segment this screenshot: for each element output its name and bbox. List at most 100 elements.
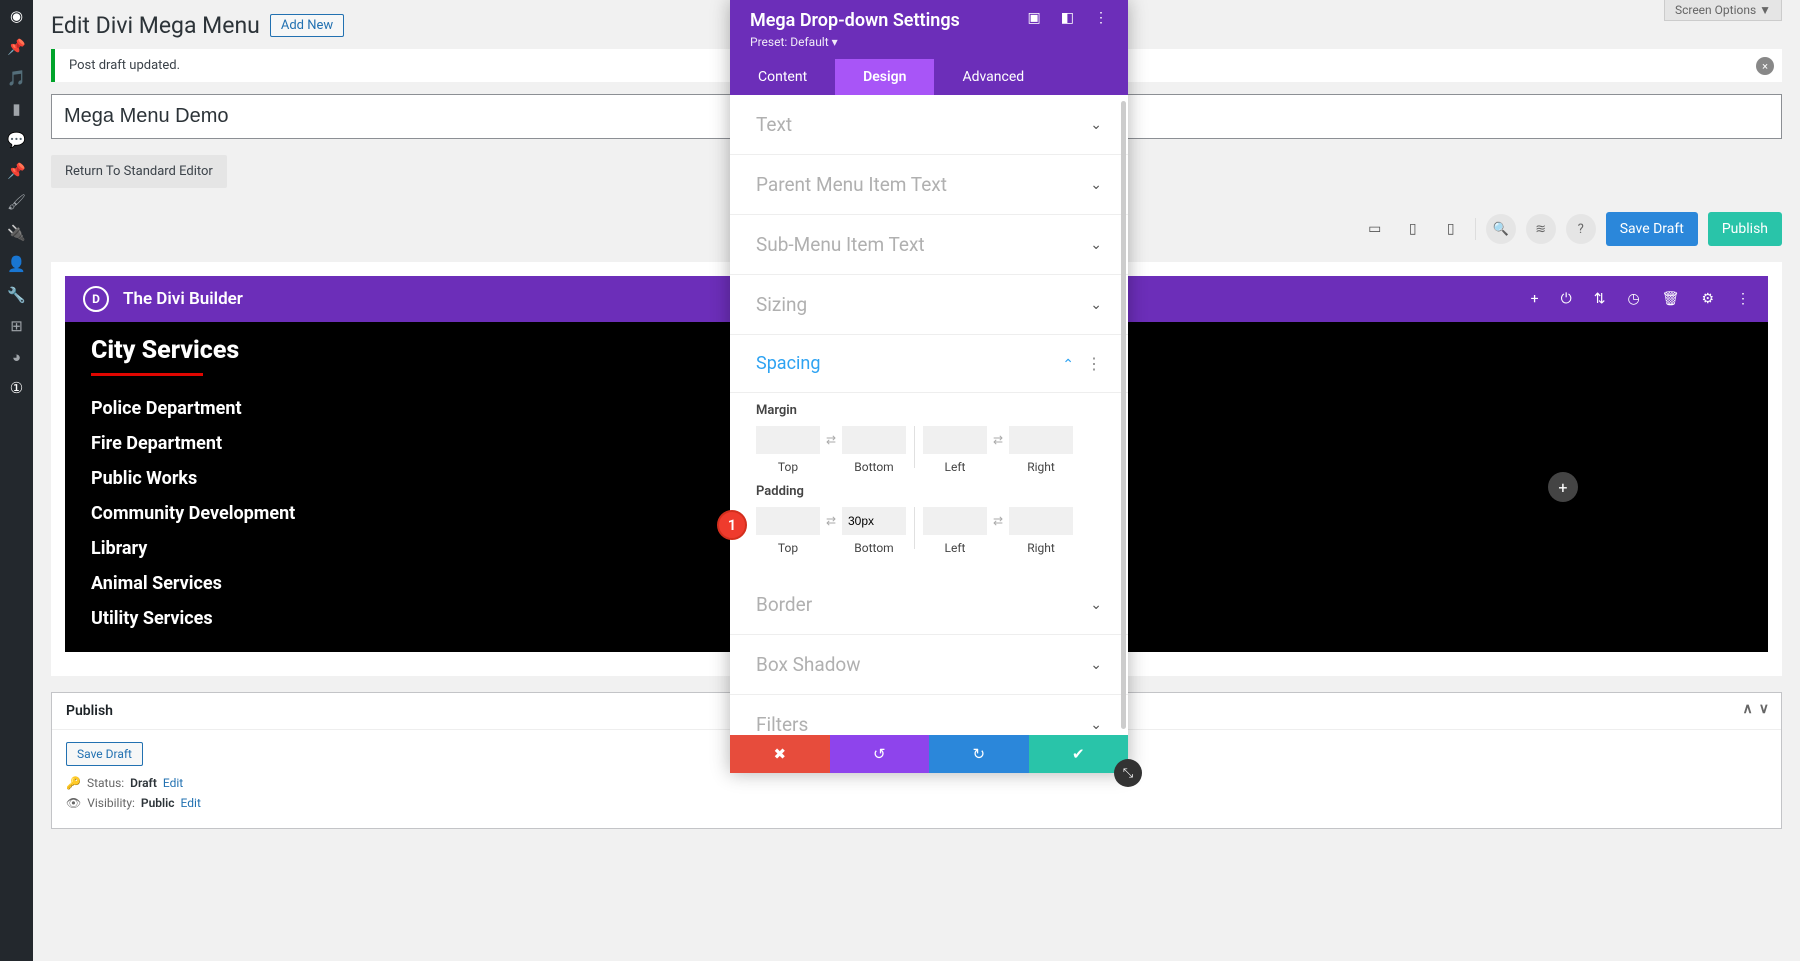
help-icon[interactable]: ? [1566,214,1596,244]
tools-icon[interactable]: 🔧 [0,279,33,310]
menu-item[interactable]: Public Works [91,468,839,489]
divi-icon[interactable]: ◕ [0,341,33,372]
padding-top-input[interactable] [756,507,820,535]
settings-icon[interactable]: ⊞ [0,310,33,341]
screen-options-toggle[interactable]: Screen Options ▼ [1664,0,1782,21]
padding-label: Padding [756,484,1102,499]
settings-body[interactable]: Text ⌄ Parent Menu Item Text ⌄ Sub-Menu … [730,95,1128,735]
confirm-button[interactable]: ✔ [1029,735,1129,773]
link-icon[interactable]: ⇄ [820,514,842,528]
media-icon[interactable]: 🎵 [0,62,33,93]
bottom-label: Bottom [842,541,906,555]
scrollbar[interactable] [1121,101,1126,729]
collapse-down-icon[interactable]: ∨ [1759,701,1769,717]
comments-icon[interactable]: 💬 [0,124,33,155]
padding-bottom-input[interactable] [842,507,906,535]
padding-right-input[interactable] [1009,507,1073,535]
toolbar-divider [1475,218,1476,240]
top-label: Top [756,460,820,474]
section-filters[interactable]: Filters ⌄ [730,695,1128,735]
delete-icon[interactable]: 🗑 [1662,291,1680,307]
dashboard-icon[interactable]: ◉ [0,0,33,31]
edit-status-link[interactable]: Edit [163,776,183,790]
link-icon[interactable]: ⇄ [987,433,1009,447]
notice-dismiss-icon[interactable]: × [1756,57,1774,75]
power-icon[interactable]: ⏻ [1561,291,1572,307]
menu-item[interactable]: Utility Services [91,608,839,629]
mobile-view-icon[interactable]: ▯ [1437,215,1465,243]
redo-button[interactable]: ↻ [929,735,1029,773]
section-text[interactable]: Text ⌄ [730,95,1128,155]
preset-label[interactable]: Preset: Default ▾ [750,35,960,49]
section-border[interactable]: Border ⌄ [730,575,1128,635]
menu-item[interactable]: Library [91,538,839,559]
chevron-up-icon: ⌃ [1062,357,1074,373]
history-icon[interactable]: ◷ [1627,291,1639,307]
undo-button[interactable]: ↺ [830,735,930,773]
cancel-button[interactable]: ✖ [730,735,830,773]
menu-item[interactable]: Fire Department [91,433,839,454]
settings-footer: ✖ ↺ ↻ ✔ [730,735,1128,773]
margin-bottom-input[interactable] [842,426,906,454]
save-draft-button[interactable]: Save Draft [1606,212,1698,246]
return-standard-editor-button[interactable]: Return To Standard Editor [51,155,227,188]
edit-visibility-link[interactable]: Edit [181,796,201,810]
menu-item[interactable]: Police Department [91,398,839,419]
status-label: Status: [87,776,124,790]
tab-advanced[interactable]: Advanced [934,59,1052,95]
wp-admin-sidebar[interactable]: ◉ 📌 🎵 ▮ 💬 📌 🖌 🔌 👤 🔧 ⊞ ◕ ① [0,0,33,961]
swap-icon[interactable]: ⇅ [1594,291,1606,307]
section-spacing[interactable]: Spacing ⌃ ⋮ [730,335,1128,393]
appearance-icon[interactable]: 🖌 [0,186,33,217]
add-new-button[interactable]: Add New [270,14,344,37]
section-parent-text[interactable]: Parent Menu Item Text ⌄ [730,155,1128,215]
chevron-down-icon: ⌄ [1090,177,1102,193]
resize-handle-icon[interactable]: ⤡ [1114,759,1142,787]
right-label: Right [1009,460,1073,474]
margin-top-input[interactable] [756,426,820,454]
margin-right-input[interactable] [1009,426,1073,454]
pin-icon[interactable]: 📌 [0,31,33,62]
notice-text: Post draft updated. [69,58,180,73]
pages-icon[interactable]: ▮ [0,93,33,124]
zoom-icon[interactable]: 🔍 [1486,214,1516,244]
link-icon[interactable]: ⇄ [820,433,842,447]
divi-d-icon[interactable]: ① [0,372,33,403]
publish-button[interactable]: Publish [1708,212,1782,246]
gear-icon[interactable]: ⚙ [1701,291,1714,307]
builder-title: The Divi Builder [123,289,243,309]
add-column-icon[interactable]: + [1548,472,1578,502]
padding-left-input[interactable] [923,507,987,535]
tab-design[interactable]: Design [835,59,934,95]
module-settings-panel[interactable]: Mega Drop-down Settings Preset: Default … [730,0,1128,773]
link-icon[interactable]: ⇄ [987,514,1009,528]
chevron-down-icon: ⌄ [1090,657,1102,673]
left-label: Left [923,460,987,474]
menu-item[interactable]: Animal Services [91,573,839,594]
users-icon[interactable]: 👤 [0,248,33,279]
desktop-view-icon[interactable]: ▭ [1361,215,1389,243]
visibility-value: Public [141,796,175,810]
section-more-icon[interactable]: ⋮ [1086,354,1102,373]
add-icon[interactable]: + [1531,291,1539,307]
section-box-shadow[interactable]: Box Shadow ⌄ [730,635,1128,695]
key-icon: 🔑 [66,776,81,790]
settings-tabs: Content Design Advanced [730,59,1128,95]
chevron-down-icon: ⌄ [1090,717,1102,733]
tab-content[interactable]: Content [730,59,835,95]
margin-left-input[interactable] [923,426,987,454]
collapse-up-icon[interactable]: ∧ [1743,701,1753,717]
spacing-fields: Margin ⇄ Top Bottom [730,403,1128,575]
section-sizing[interactable]: Sizing ⌄ [730,275,1128,335]
layers-icon[interactable]: ≋ [1526,214,1556,244]
section-submenu-text[interactable]: Sub-Menu Item Text ⌄ [730,215,1128,275]
pin2-icon[interactable]: 📌 [0,155,33,186]
more-vert-icon[interactable]: ⋮ [1094,10,1108,26]
plugins-icon[interactable]: 🔌 [0,217,33,248]
margin-label: Margin [756,403,1102,418]
split-view-icon[interactable]: ◧ [1061,10,1074,26]
save-draft-small-button[interactable]: Save Draft [66,742,143,766]
fullscreen-icon[interactable]: ▣ [1028,10,1041,26]
tablet-view-icon[interactable]: ▯ [1399,215,1427,243]
more-icon[interactable]: ⋮ [1736,291,1750,307]
